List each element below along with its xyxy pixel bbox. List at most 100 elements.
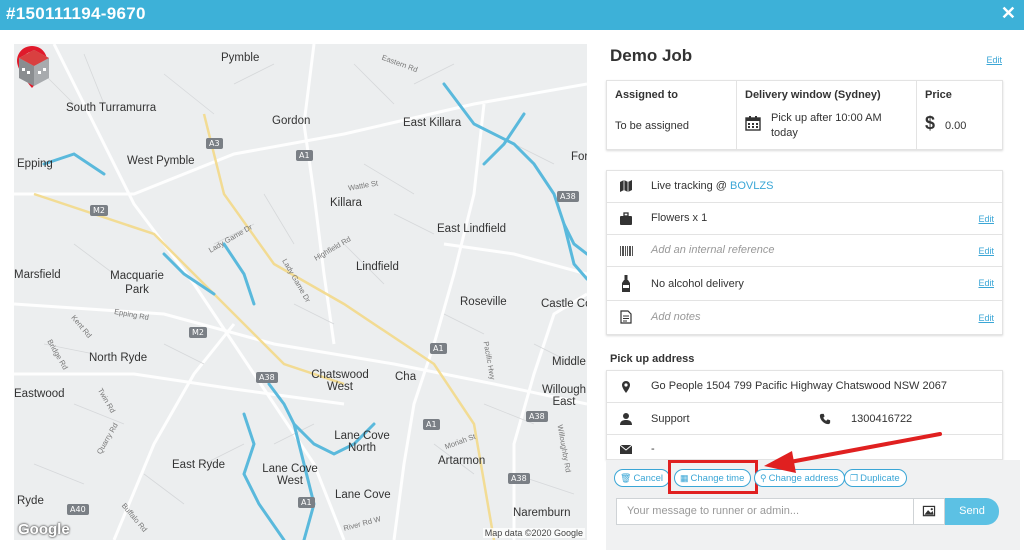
cancel-button-label: Cancel [633, 473, 664, 484]
tracking-code-link[interactable]: BOVLZS [730, 180, 773, 192]
map-label: Chatswood West [311, 369, 369, 393]
map-attribution[interactable]: Map data ©2020 Google [482, 528, 585, 538]
pickup-address-row: Go People 1504 799 Pacific Highway Chats… [607, 371, 1002, 403]
change-address-button[interactable]: ⚲ Change address [754, 469, 846, 487]
delivery-window-heading: Delivery window (Sydney) [745, 89, 881, 101]
detail-row-tracking: Live tracking @ BOVLZS [607, 171, 1002, 203]
change-time-button[interactable]: ▦ Change time [674, 469, 752, 487]
edit-items-link[interactable]: Edit [978, 214, 994, 224]
close-icon[interactable]: ✕ [1001, 3, 1016, 24]
pickup-address: Go People 1504 799 Pacific Highway Chats… [651, 380, 947, 392]
detail-row-reference: Add an internal reference Edit [607, 235, 1002, 267]
map-label: Gordon [272, 115, 311, 127]
map-label: Ryde [17, 495, 44, 507]
map-label: Lane Cove North [334, 430, 390, 454]
road-shield: M2 [189, 327, 207, 338]
road-shield: A1 [298, 497, 315, 508]
copy-icon: ❐ [850, 473, 859, 483]
road-shield: A1 [423, 419, 440, 430]
edit-alcohol-link[interactable]: Edit [978, 278, 994, 288]
image-upload-icon[interactable] [913, 498, 945, 525]
action-bar: 🗑 Cancel ▦ Change time ⚲ Change address ❐ Du… [606, 460, 1020, 550]
price-value: 0.00 [945, 120, 967, 132]
google-logo: Google [18, 521, 70, 538]
items-text: Flowers x 1 [651, 212, 708, 224]
pickup-card: Go People 1504 799 Pacific Highway Chats… [606, 370, 1003, 460]
phone-icon [819, 413, 831, 425]
location-pin-icon [622, 381, 630, 393]
edit-job-link[interactable]: Edit [986, 55, 1002, 65]
delivery-window-column[interactable]: Delivery window (Sydney) Pick up after 1… [737, 81, 917, 149]
map-label: Willough East [541, 384, 587, 408]
edit-notes-link[interactable]: Edit [978, 313, 994, 323]
map-label: Middle [552, 356, 586, 368]
pickup-email-row: - [607, 435, 1002, 461]
road-shield: A38 [557, 191, 579, 202]
pickup-contact-row: Support 1300416722 [607, 403, 1002, 435]
notes-placeholder[interactable]: Add notes [651, 311, 701, 323]
map-label: North Ryde [89, 352, 148, 364]
message-input[interactable]: Your message to runner or admin... [616, 498, 914, 525]
send-button[interactable]: Send [945, 498, 999, 525]
job-info-card: Assigned to To be assigned Delivery wind… [606, 80, 1003, 150]
map-label: Castle Co [541, 298, 587, 310]
map-label: For [571, 151, 587, 163]
map-label: Naremburn [513, 507, 571, 519]
job-details-card: Live tracking @ BOVLZS Flowers x 1 Edit … [606, 170, 1003, 335]
change-time-label: Change time [690, 473, 745, 484]
map-label: Cha [395, 371, 417, 383]
price-heading: Price [925, 89, 952, 101]
job-id-title: #150111194-9670 [6, 4, 146, 23]
cancel-button[interactable]: 🗑 Cancel [614, 469, 671, 487]
edit-reference-link[interactable]: Edit [978, 246, 994, 256]
road-shield: A38 [508, 473, 530, 484]
detail-row-notes: Add notes Edit [607, 301, 1002, 334]
trash-icon: 🗑 [620, 473, 632, 483]
duplicate-label: Duplicate [860, 473, 900, 484]
map-label: Pymble [221, 52, 260, 64]
price-column: Price $ 0.00 [917, 81, 1004, 149]
map-label: Lindfield [356, 261, 399, 273]
duplicate-button[interactable]: ❐ Duplicate [844, 469, 907, 487]
map-label: Lane Cove West [262, 463, 318, 487]
envelope-icon [619, 444, 633, 454]
map-label: Roseville [460, 296, 507, 308]
window-line2: today [771, 127, 798, 139]
detail-row-label: Live tracking @ BOVLZS [651, 180, 773, 192]
road-shield: A1 [430, 343, 447, 354]
bottle-icon [622, 275, 630, 292]
map-label: Marsfield [14, 269, 61, 281]
road-shield: A1 [296, 150, 313, 161]
map-label: East Ryde [172, 459, 226, 471]
modal-header: #150111194-9670 ✕ [0, 0, 1024, 30]
map-label: South Turramurra [66, 102, 157, 114]
pickup-email: - [651, 443, 655, 455]
map-label: Artarmon [438, 455, 486, 467]
assigned-heading: Assigned to [615, 89, 678, 101]
pickup-phone: 1300416722 [851, 413, 913, 425]
notes-icon [620, 310, 632, 324]
map-label: West Pymble [127, 155, 195, 167]
barcode-icon [620, 246, 633, 256]
detail-row-items: Flowers x 1 Edit [607, 203, 1002, 235]
user-icon [620, 413, 632, 425]
job-title: Demo Job [610, 46, 693, 65]
map-view[interactable]: Pymble South Turramurra Gordon East Kill… [14, 44, 587, 540]
tracking-label: Live tracking @ [651, 180, 731, 192]
map-label: Lane Cove [335, 489, 391, 501]
reference-placeholder[interactable]: Add an internal reference [651, 244, 775, 256]
building-icon[interactable] [14, 44, 54, 88]
pickup-heading: Pick up address [610, 353, 695, 365]
calendar-icon: ▦ [680, 473, 689, 483]
map-label: Eastwood [14, 388, 65, 400]
map-icon [620, 180, 632, 192]
map-label: Killara [330, 197, 362, 209]
location-pin-icon: ⚲ [760, 473, 767, 483]
map-label: East Killara [403, 117, 462, 129]
road-shield: M2 [90, 205, 108, 216]
calendar-icon [745, 116, 761, 131]
assigned-column[interactable]: Assigned to To be assigned [607, 81, 737, 149]
window-line1: Pick up after 10:00 AM [771, 112, 882, 124]
map-label: Epping [17, 158, 53, 170]
road-shield: A38 [256, 372, 278, 383]
